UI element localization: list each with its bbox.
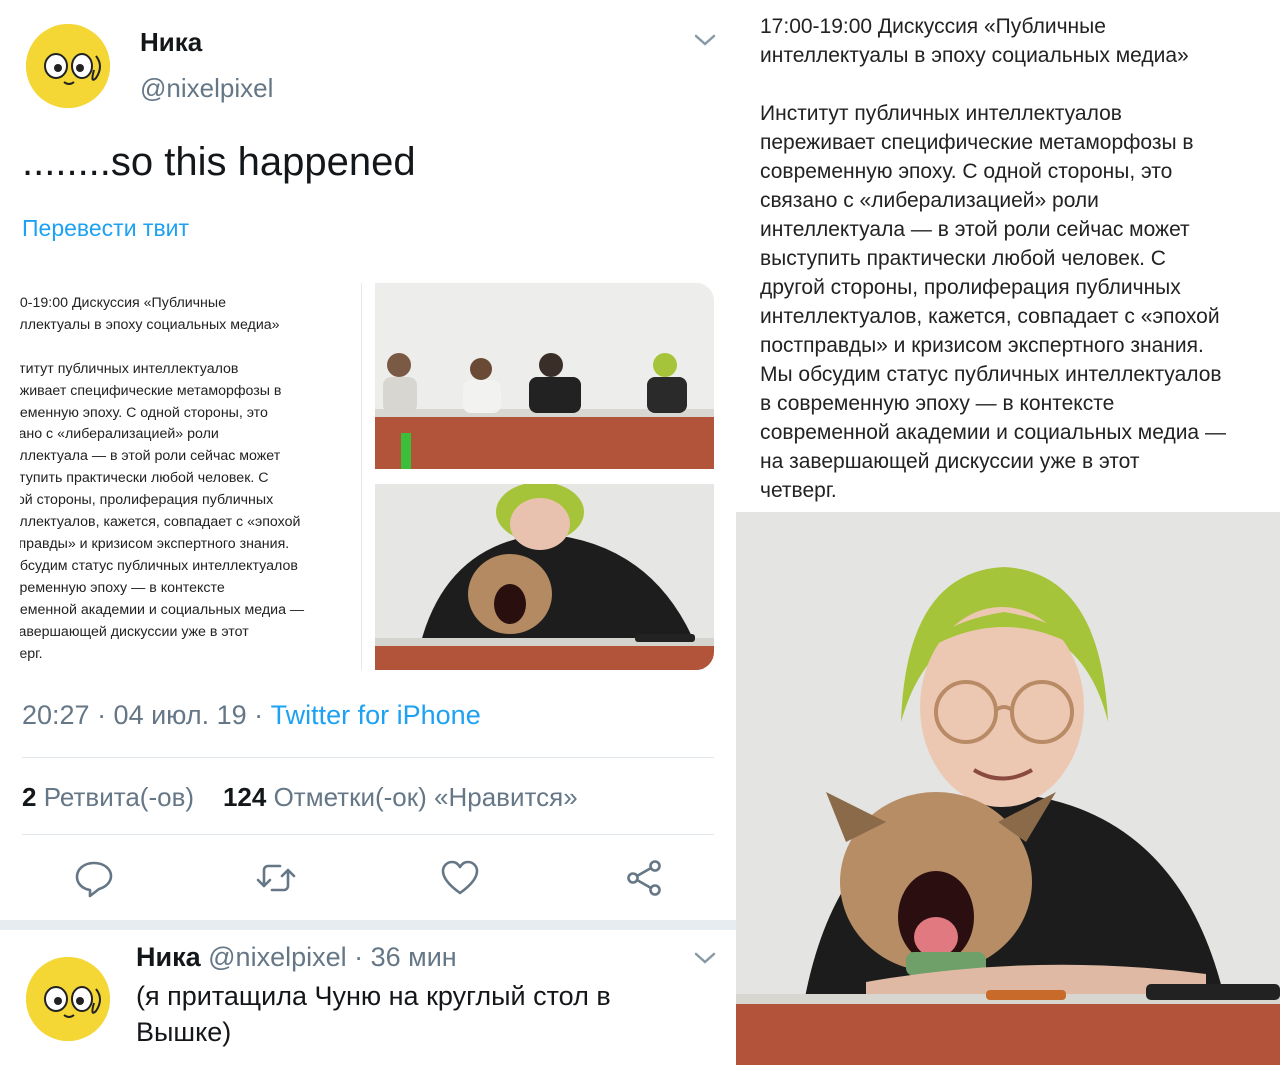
- avatar-face-icon: [26, 24, 110, 108]
- translate-link[interactable]: Перевести твит: [22, 215, 189, 242]
- tweet-media-grid: 00-19:00 Дискуссия «Публичные еллектуалы…: [20, 283, 714, 670]
- reply-handle-time[interactable]: @nixelpixel · 36 мин: [201, 942, 457, 972]
- retweets-count: 2: [22, 782, 37, 812]
- user-handle[interactable]: @nixelpixel: [140, 73, 273, 104]
- retweets-label: Ретвита(-ов): [36, 782, 195, 812]
- tweet-text: ........so this happened: [22, 140, 416, 184]
- like-icon: [441, 860, 479, 895]
- display-name[interactable]: Ника: [140, 27, 202, 58]
- dog-photo-large-image: [736, 512, 1280, 1065]
- media-text-content: 00-19:00 Дискуссия «Публичные еллектуалы…: [20, 295, 305, 662]
- divider: [22, 757, 714, 758]
- reply-avatar[interactable]: [26, 957, 110, 1041]
- retweet-icon: [256, 864, 296, 892]
- reply-display-name[interactable]: Ника: [136, 942, 201, 972]
- tweet-stats: 2 Ретвита(-ов) 124 Отметки(-ок) «Нравитс…: [22, 782, 578, 813]
- avatar-face-icon: [26, 957, 110, 1041]
- divider: [22, 834, 714, 835]
- tweet-actions: [22, 856, 714, 906]
- reply-button[interactable]: [72, 856, 116, 900]
- retweet-button[interactable]: [254, 856, 298, 900]
- thread-separator: [0, 920, 736, 930]
- tweet-panel: Ника @nixelpixel ........so this happene…: [0, 0, 736, 1065]
- reply-header: Ника @nixelpixel · 36 мин: [136, 942, 457, 973]
- share-icon: [627, 860, 661, 896]
- reply-text: (я притащила Чуню на круглый стол в Вышк…: [136, 981, 611, 1047]
- likes-stat[interactable]: 124 Отметки(-ок) «Нравится»: [223, 782, 578, 812]
- share-button[interactable]: [622, 856, 666, 900]
- likes-label: Отметки(-ок) «Нравится»: [266, 782, 578, 812]
- avatar[interactable]: [26, 24, 110, 108]
- like-button[interactable]: [438, 856, 482, 900]
- media-photo-panel[interactable]: [375, 283, 714, 469]
- zoomed-panel: 17:00-19:00 Дискуссия «Публичные интелле…: [736, 0, 1280, 1065]
- reply-icon: [75, 861, 113, 898]
- likes-count: 124: [222, 782, 267, 812]
- screenshot-collage: Ника @nixelpixel ........so this happene…: [0, 0, 1280, 1065]
- media-photo-dog[interactable]: [375, 484, 714, 670]
- tweet-timestamp: 20:27 · 04 июл. 19 · Twitter for iPhone: [22, 700, 481, 731]
- tweet-source-link[interactable]: Twitter for iPhone: [271, 700, 481, 730]
- dog-photo-image: [375, 484, 714, 670]
- zoomed-dog-photo: [736, 512, 1280, 1065]
- retweets-stat[interactable]: 2 Ретвита(-ов): [22, 782, 194, 812]
- chevron-down-icon[interactable]: [694, 950, 716, 966]
- event-description-text: 17:00-19:00 Дискуссия «Публичные интелле…: [760, 15, 1226, 502]
- tweet-time: 20:27 · 04 июл. 19 ·: [22, 700, 271, 730]
- media-screenshot-text[interactable]: 00-19:00 Дискуссия «Публичные еллектуалы…: [20, 283, 362, 670]
- chevron-down-icon[interactable]: [694, 32, 716, 48]
- panel-photo-image: [375, 283, 714, 469]
